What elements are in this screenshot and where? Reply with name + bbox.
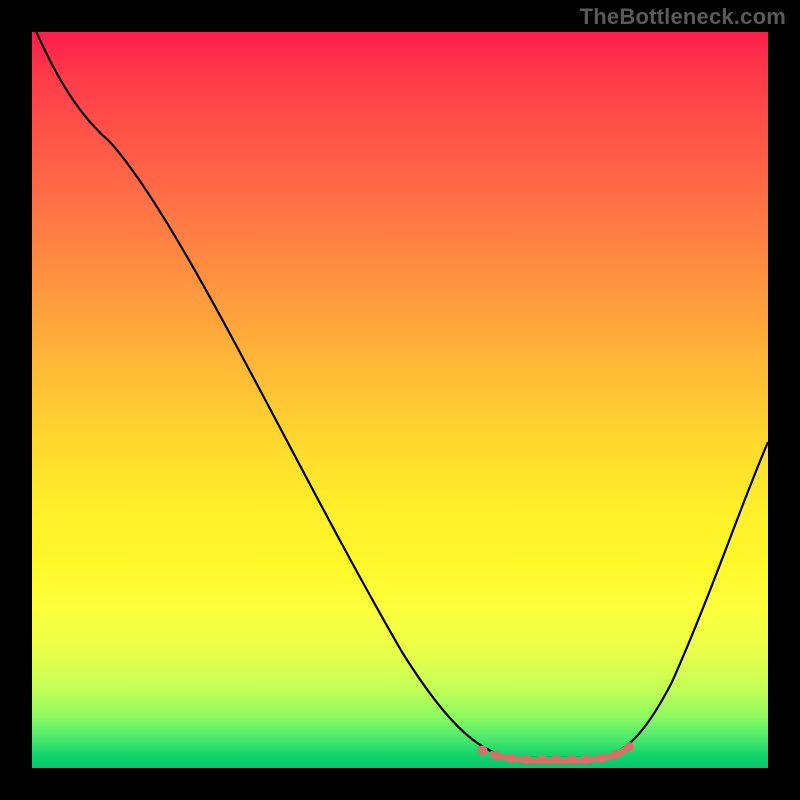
curve-line [32, 32, 768, 758]
bottleneck-curve [32, 32, 768, 768]
chart-frame: TheBottleneck.com [0, 0, 800, 800]
bottleneck-gradient-plot [32, 32, 768, 768]
watermark-text: TheBottleneck.com [580, 4, 786, 30]
